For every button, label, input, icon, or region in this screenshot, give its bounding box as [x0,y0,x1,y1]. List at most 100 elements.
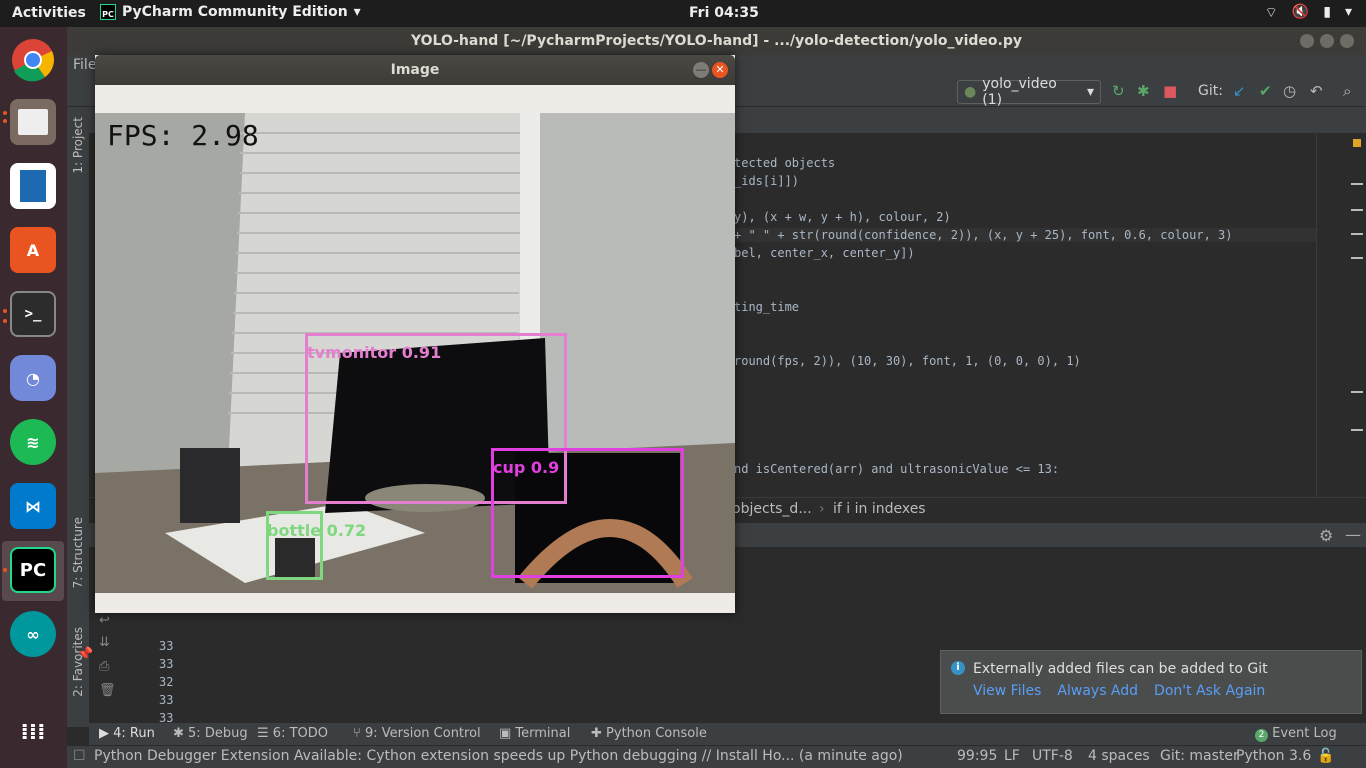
git-commit-icon[interactable]: ✔ [1259,82,1272,100]
arduino-icon[interactable]: ∞ [10,611,56,657]
left-tool-stripe: 1: Project 7: Structure 2: Favorites [67,107,89,727]
git-update-icon[interactable]: ↙ [1233,82,1246,100]
tab-terminal[interactable]: ▣ Terminal [499,726,570,741]
tab-event-log-label: Event Log [1272,726,1337,741]
chevron-down-icon: ▾ [1086,84,1094,100]
detection-label-bottle: bottle 0.72 [267,521,367,540]
app-menu-label: PyCharm Community Edition [122,4,348,20]
activities-button[interactable]: Activities [12,5,86,21]
close-icon[interactable] [1340,34,1354,48]
indent-setting[interactable]: 4 spaces [1088,748,1150,764]
minimize-icon[interactable] [1300,34,1314,48]
running-indicator [3,119,7,123]
history-icon[interactable]: ◷ [1283,82,1296,100]
scroll-marker [1351,183,1363,185]
code-line: ting_time [734,300,800,314]
caret-position[interactable]: 99:95 [957,748,997,764]
debug-icon[interactable]: ✱ [1137,82,1150,100]
git-notification: i Externally added files can be added to… [940,650,1362,714]
search-icon[interactable]: ⌕ [1343,82,1351,100]
tab-todo[interactable]: ☰ 6: TODO [257,726,328,741]
python-interpreter[interactable]: Python 3.6 [1236,748,1311,764]
clock[interactable]: Fri 04:35 [689,5,759,21]
run-config-select[interactable]: ● yolo_video (1) ▾ [957,76,1101,108]
pycharm-icon[interactable]: PC [10,547,56,593]
lock-icon[interactable]: 🔓 [1317,748,1334,764]
stop-icon[interactable]: ■ [1163,82,1177,100]
spotify-icon[interactable]: ≋ [10,419,56,465]
dock: A >_ ◔ ≋ ⋈ PC ∞ ⁞⁞⁞ [0,27,67,768]
detection-label-tvmonitor: tvmonitor 0.91 [307,343,442,362]
breadcrumb-block[interactable]: if i in indexes [833,501,926,517]
file-encoding[interactable]: UTF-8 [1032,748,1073,764]
trash-icon[interactable]: 🗑 [99,683,116,698]
git-branch[interactable]: Git: master [1160,748,1239,764]
code-line: tected objects [734,156,836,170]
chrome-icon[interactable] [10,37,56,83]
pin-icon[interactable]: 📌 [77,647,93,662]
scroll-to-end-icon[interactable]: ⇊ [99,635,110,650]
hide-icon[interactable]: — [1345,525,1361,544]
close-icon[interactable]: ✕ [712,62,728,78]
wrap-icon[interactable]: ↩ [99,613,110,628]
scroll-marker [1351,209,1363,211]
menu-file[interactable]: File [73,57,96,73]
scroll-marker [1351,233,1363,235]
discord-icon[interactable]: ◔ [10,355,56,401]
status-message[interactable]: Python Debugger Extension Available: Cyt… [94,748,903,764]
maximize-icon[interactable] [1320,34,1334,48]
git-label: Git: [1198,83,1223,99]
tab-debug-label: 5: Debug [188,726,248,741]
always-add-link[interactable]: Always Add [1057,683,1138,699]
running-indicator [3,309,7,313]
dont-ask-again-link[interactable]: Don't Ask Again [1154,683,1265,699]
line-separator[interactable]: LF [1004,748,1020,764]
running-indicator [3,568,7,572]
code-line: round(fps, 2)), (10, 30), font, 1, (0, 0… [734,354,1081,368]
software-icon[interactable]: A [10,227,56,273]
revert-icon[interactable]: ↶ [1310,82,1323,100]
detection-label-cup: cup 0.9 [493,458,560,477]
breadcrumb-function[interactable]: objects_d... [732,501,812,517]
wifi-icon: ⌔ [1264,5,1278,21]
tab-version-control[interactable]: ⑂ 9: Version Control [353,726,481,741]
view-files-link[interactable]: View Files [973,683,1041,699]
tab-python-console[interactable]: ✚ Python Console [591,726,707,741]
tool-window-tabs: ▶ 4: Run ✱ 5: Debug ☰ 6: TODO ⑂ 9: Versi… [89,723,1366,745]
tab-event-log[interactable]: 2 Event Log [1255,726,1337,742]
app-menu[interactable]: PC PyCharm Community Edition ▾ [100,4,361,20]
show-apps-icon[interactable]: ⁞⁞⁞ [10,709,56,755]
editor-scrollbar[interactable] [1316,133,1366,497]
sidebar-tab-structure[interactable]: 7: Structure [71,517,85,588]
code-line: nd isCentered(arr) and ultrasonicValue <… [734,462,1060,476]
window-controls [1300,34,1354,48]
gear-icon[interactable]: ⚙ [1319,526,1333,545]
tab-console-label: Python Console [606,726,707,741]
minimize-icon[interactable]: — [693,62,709,78]
code-line: bel, center_x, center_y]) [734,246,915,260]
pycharm-small-icon: PC [100,4,116,20]
image-window-title: Image [390,62,440,78]
tab-debug[interactable]: ✱ 5: Debug [173,726,248,741]
run-config-label: yolo_video (1) [982,76,1057,108]
tab-terminal-label: Terminal [515,726,571,741]
image-window[interactable]: Image — ✕ FPS: 2.98 tvmonitor 0.91 cup 0… [95,55,735,613]
tab-run[interactable]: ▶ 4: Run [99,726,155,741]
battery-icon: ▮ [1323,4,1331,20]
image-window-title-bar[interactable]: Image [95,55,735,85]
terminal-icon[interactable]: >_ [10,291,56,337]
volume-icon: 🔇 [1291,4,1310,20]
vscode-icon[interactable]: ⋈ [10,483,56,529]
sidebar-tab-project[interactable]: 1: Project [71,117,85,174]
scroll-marker [1351,257,1363,259]
rerun-icon[interactable]: ↻ [1112,82,1125,100]
files-icon[interactable] [10,99,56,145]
warning-marker[interactable] [1353,139,1361,147]
system-tray[interactable]: ⌔ 🔇 ▮ ▾ [1265,4,1352,22]
status-toggle-icon[interactable]: ☐ [73,748,86,764]
print-icon[interactable]: ⎙ [99,659,109,674]
code-line: y), (x + w, y + h), colour, 2) [734,210,951,224]
writer-icon[interactable] [10,163,56,209]
output-line: 33 [159,639,174,653]
info-icon: i [951,661,965,675]
